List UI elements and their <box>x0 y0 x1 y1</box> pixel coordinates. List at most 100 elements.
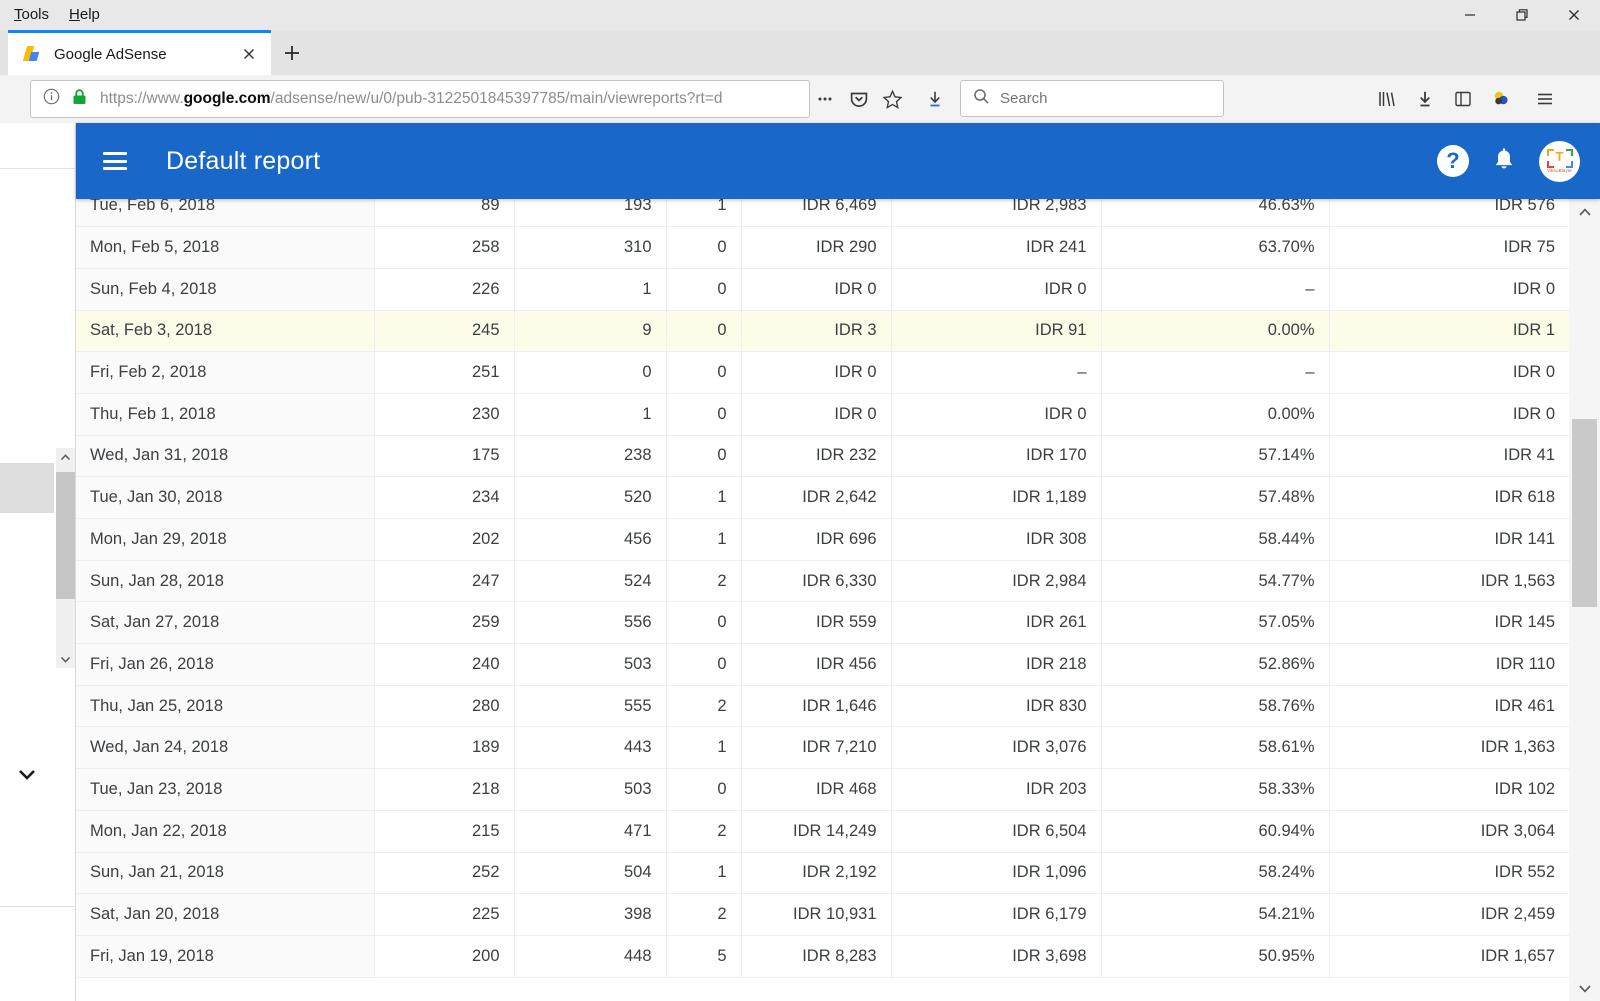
cell-page-views: 200 <box>374 935 515 978</box>
cell-impression-earnings: IDR 102 <box>1329 768 1569 811</box>
cell-clicks: 2 <box>666 810 742 853</box>
menu-icon[interactable] <box>1528 82 1562 116</box>
cell-date: Mon, Jan 22, 2018 <box>76 810 375 853</box>
cell-date: Sun, Jan 28, 2018 <box>76 560 375 603</box>
panel-scrollbar-thumb[interactable] <box>56 472 75 599</box>
table-row[interactable]: Mon, Jan 22, 2018 215 471 2 IDR 14,249 IDR 6,… <box>76 810 1569 853</box>
library-icon[interactable] <box>1370 82 1404 116</box>
cell-page-views: 215 <box>374 810 515 853</box>
site-information-icon[interactable] <box>42 87 61 111</box>
cell-estimated-earnings: IDR 14,249 <box>741 810 892 853</box>
browser-search-bar[interactable] <box>960 80 1224 117</box>
close-button[interactable] <box>1548 0 1600 30</box>
cell-date: Sun, Feb 4, 2018 <box>76 268 375 311</box>
panel-selected-item[interactable] <box>0 463 54 513</box>
cell-clicks: 1 <box>666 518 742 561</box>
cell-estimated-earnings: IDR 0 <box>741 393 892 436</box>
tab-google-adsense[interactable]: Google AdSense <box>8 30 271 75</box>
panel-scrollbar[interactable] <box>56 448 75 668</box>
table-row[interactable]: Tue, Feb 6, 2018 89 193 1 IDR 6,469 IDR 2,983… <box>76 199 1569 228</box>
cell-coverage: 58.76% <box>1101 685 1330 728</box>
cell-page-views: 251 <box>374 351 515 394</box>
cell-impression-earnings: IDR 576 <box>1329 199 1569 228</box>
minimize-button[interactable] <box>1444 0 1496 30</box>
table-row[interactable]: Fri, Jan 26, 2018 240 503 0 IDR 456 IDR 218 52… <box>76 643 1569 686</box>
menu-tools[interactable]: Tools <box>4 0 59 30</box>
url-text[interactable]: https://www.google.com/adsense/new/u/0/p… <box>100 90 809 108</box>
downloads-panel-icon[interactable] <box>1408 82 1442 116</box>
table-row[interactable]: Sun, Jan 21, 2018 252 504 1 IDR 2,192 IDR 1,0… <box>76 852 1569 895</box>
sidebar-icon[interactable] <box>1446 82 1480 116</box>
bookmark-star-icon[interactable] <box>875 82 909 116</box>
cell-estimated-earnings: IDR 1,646 <box>741 685 892 728</box>
cell-page-rpm: – <box>891 351 1102 394</box>
table-row[interactable]: Tue, Jan 30, 2018 234 520 1 IDR 2,642 IDR 1,1… <box>76 476 1569 519</box>
table-row[interactable]: Fri, Feb 2, 2018 251 0 0 IDR 0– – IDR 0 <box>76 351 1569 394</box>
cell-page-rpm: IDR 6,504 <box>891 810 1102 853</box>
new-tab-button[interactable] <box>275 36 309 70</box>
cell-impression-earnings: IDR 0 <box>1329 268 1569 311</box>
page-scrollbar[interactable] <box>1569 199 1600 1001</box>
table-row[interactable]: Sat, Jan 27, 2018 259 556 0 IDR 559 IDR 261 57… <box>76 601 1569 645</box>
cell-page-rpm: IDR 0 <box>891 268 1102 311</box>
app-bar-actions: ? T ViknoBlayer <box>1437 140 1580 182</box>
cell-clicks: 0 <box>666 310 742 353</box>
avatar[interactable]: T ViknoBlayer <box>1539 140 1580 182</box>
menu-help[interactable]: Help <box>59 0 110 30</box>
cell-coverage: 58.24% <box>1101 852 1330 895</box>
report-table-viewport[interactable]: Tue, Feb 6, 2018 89 193 1 IDR 6,469 IDR 2,983… <box>76 199 1569 1001</box>
table-row[interactable]: Thu, Feb 1, 2018 230 1 0 IDR 0 IDR 0 0.00% IDR … <box>76 393 1569 436</box>
pocket-icon[interactable] <box>842 82 876 116</box>
cell-coverage: 54.77% <box>1101 560 1330 603</box>
cell-impressions: 555 <box>514 685 667 728</box>
help-icon[interactable]: ? <box>1437 145 1469 177</box>
cell-page-views: 252 <box>374 852 515 895</box>
cell-page-rpm: IDR 308 <box>891 518 1102 561</box>
cell-coverage: – <box>1101 351 1330 394</box>
table-row[interactable]: Wed, Jan 24, 2018 189 443 1 IDR 7,210 IDR 3,0… <box>76 726 1569 770</box>
table-row[interactable]: Mon, Feb 5, 2018 258 310 0 IDR 290 IDR 241 63.… <box>76 226 1569 269</box>
page-content: Default report ? T ViknoBlayer Tue, Feb … <box>0 123 1600 1001</box>
cell-impressions: 443 <box>514 726 667 770</box>
hamburger-menu-icon[interactable] <box>103 152 127 170</box>
scroll-up-arrow[interactable] <box>1569 199 1600 225</box>
search-input[interactable] <box>1000 90 1223 107</box>
scroll-down-arrow[interactable] <box>1569 975 1600 1001</box>
table-row[interactable]: Sat, Feb 3, 2018 245 9 0 IDR 3 IDR 91 0.00% IDR… <box>76 310 1569 353</box>
page-actions-icon[interactable] <box>808 82 842 116</box>
table-row[interactable]: Sun, Feb 4, 2018 226 1 0 IDR 0 IDR 0– IDR 0 <box>76 268 1569 311</box>
cell-estimated-earnings: IDR 0 <box>741 268 892 311</box>
downloads-icon[interactable] <box>918 82 952 116</box>
table-row[interactable]: Fri, Jan 19, 2018 200 448 5 IDR 8,283 IDR 3,6… <box>76 935 1569 978</box>
cell-impressions: 193 <box>514 199 667 228</box>
table-row[interactable]: Thu, Jan 25, 2018 280 555 2 IDR 1,646 IDR 830… <box>76 685 1569 728</box>
table-row[interactable]: Sat, Jan 20, 2018 225 398 2 IDR 10,931 IDR 6,… <box>76 893 1569 936</box>
cell-estimated-earnings: IDR 468 <box>741 768 892 811</box>
panel-scroll-up-arrow[interactable] <box>56 448 75 466</box>
panel-scroll-down-arrow[interactable] <box>56 650 75 668</box>
cell-date: Tue, Jan 30, 2018 <box>76 476 375 519</box>
chevron-down-icon[interactable] <box>14 761 40 787</box>
table-row[interactable]: Mon, Jan 29, 2018 202 456 1 IDR 696 IDR 308 58… <box>76 518 1569 561</box>
cell-page-rpm: IDR 218 <box>891 643 1102 686</box>
cell-estimated-earnings: IDR 0 <box>741 351 892 394</box>
table-row[interactable]: Wed, Jan 31, 2018 175 238 0 IDR 232 IDR 170 57… <box>76 435 1569 478</box>
tab-strip: Google AdSense <box>0 30 1600 75</box>
restore-button[interactable] <box>1496 0 1548 30</box>
cell-estimated-earnings: IDR 559 <box>741 601 892 645</box>
table-row[interactable]: Sun, Jan 28, 2018 247 524 2 IDR 6,330 IDR 2,9… <box>76 560 1569 603</box>
cell-page-views: 230 <box>374 393 515 436</box>
tab-close-icon[interactable] <box>235 40 263 68</box>
cell-coverage: 60.94% <box>1101 810 1330 853</box>
cell-impression-earnings: IDR 1,657 <box>1329 935 1569 978</box>
url-bar[interactable]: https://www.google.com/adsense/new/u/0/p… <box>30 80 810 118</box>
table-row[interactable]: Tue, Jan 23, 2018 218 503 0 IDR 468 IDR 203 58… <box>76 768 1569 811</box>
panel-divider-bottom <box>0 906 76 907</box>
notifications-bell-icon[interactable] <box>1491 147 1517 175</box>
cell-clicks: 5 <box>666 935 742 978</box>
page-scrollbar-thumb[interactable] <box>1572 419 1597 607</box>
lock-icon <box>71 88 88 111</box>
cell-page-rpm: IDR 1,096 <box>891 852 1102 895</box>
cell-coverage: 50.95% <box>1101 935 1330 978</box>
containers-icon[interactable] <box>1484 82 1518 116</box>
